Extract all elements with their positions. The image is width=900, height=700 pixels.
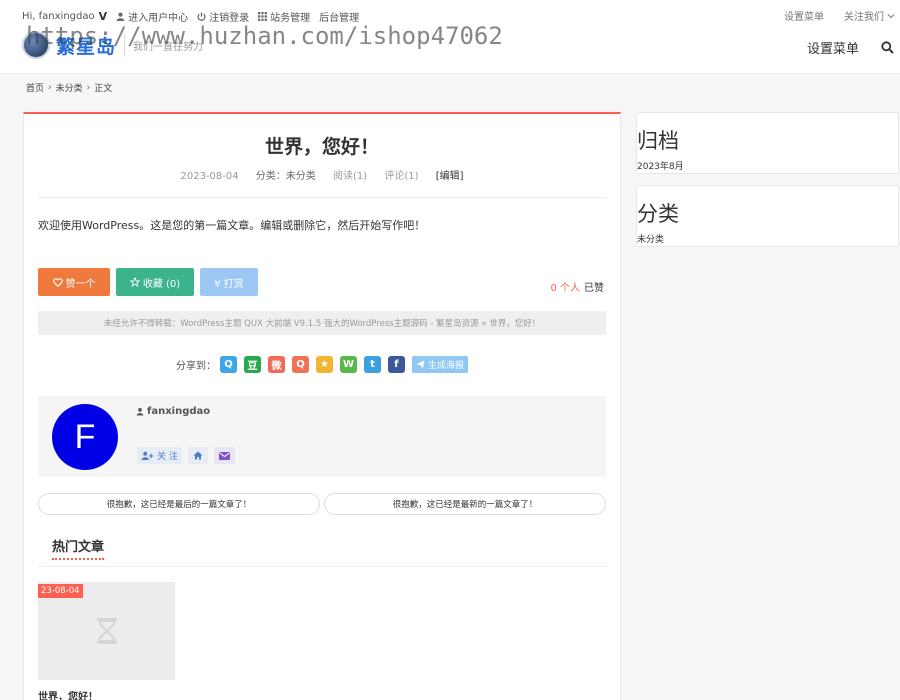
hourglass-icon [97,618,117,644]
user-center-link[interactable]: 进入用户中心 [116,9,188,24]
post-title: 世界，您好！ [264,136,379,158]
hot-posts-title: 热门文章 [52,536,105,560]
reward-button[interactable]: ¥ 打赏 [200,268,258,296]
follow-label: 关 注 [157,452,178,462]
chevron-down-icon [887,13,895,18]
post-comments[interactable]: 评论(1) [384,171,418,182]
author-message-button[interactable] [213,447,235,464]
share-bar: 分享到： Q 豆微 Q ★ Wt f 生成海报 [24,356,620,373]
next-post-link[interactable]: 很抱歉，这已经是最新的一篇文章了！ [324,493,606,515]
add-user-icon [141,451,154,460]
top-bar: Hi, fanxingdao V 进入用户中心 注销登录 站务管理 后台管理 设… [22,8,900,24]
site-admin-label: 站务管理 [270,12,311,24]
likes-count: 0 个人 已赞 [550,279,604,294]
category-widget: 分类 未分类 [636,185,899,247]
likes-suffix: 已赞 [584,283,604,294]
backend-admin-link[interactable]: 后台管理 [319,9,359,24]
article-card: 世界，您好！ 2023-08-04 分类：未分类 阅读(1) 评论(1) [编辑… [23,112,621,700]
archive-widget: 归档 2023年8月 [636,112,899,174]
weibo-icon[interactable]: 微 [267,356,285,373]
vip-badge: V [98,9,108,23]
category-item[interactable]: 未分类 [637,232,664,245]
post-edit-link[interactable]: [编辑] [436,171,464,182]
star-icon[interactable]: ★ [315,356,333,373]
share-label: 分享到： [175,361,216,372]
title-divider [38,197,606,198]
like-label: 赞一个 [65,278,96,290]
post-date: 2023-08-04 [180,171,239,182]
archive-item[interactable]: 2023年8月 [637,159,684,172]
hot-post-thumbnail[interactable]: 23-08-04 [38,582,175,680]
greeting-text: Hi, fanxingdao [22,10,95,22]
site-admin-link[interactable]: 站务管理 [258,9,310,24]
author-name-text: fanxingdao [147,406,211,417]
user-icon [136,408,144,416]
qzone-icon[interactable]: Q [219,356,237,373]
avatar[interactable]: F [52,404,118,470]
hot-post-title[interactable]: 世界，您好！ [38,688,98,700]
post-content: 欢迎使用WordPress。这是您的第一篇文章。编辑或删除它，然后开始写作吧！ [38,219,426,232]
logout-label: 注销登录 [209,12,250,24]
favorite-button[interactable]: 收藏 (0) [116,268,194,296]
breadcrumb-home[interactable]: 首页 [26,81,44,94]
follow-us-dropdown[interactable]: 关注我们 [844,8,898,23]
send-icon [416,360,425,369]
hot-posts-divider [38,566,606,567]
top-bar-right: 设置菜单 关注我们 [764,8,900,23]
qq-icon[interactable]: Q [291,356,309,373]
follow-us-label: 关注我们 [844,12,884,23]
chevron-right-icon: › [86,82,91,93]
mail-icon [218,451,230,460]
site-logo[interactable]: 繁星岛 我们一直在努力 [22,30,203,60]
home-icon [193,451,203,460]
main-nav: 设置菜单 [807,38,894,57]
wechat-icon[interactable]: W [339,356,357,373]
facebook-icon[interactable]: f [387,356,405,373]
site-header: Hi, fanxingdao V 进入用户中心 注销登录 站务管理 后台管理 设… [0,0,900,74]
follow-author-button[interactable]: 关 注 [137,447,182,464]
logo-divider [124,34,126,56]
author-buttons: 关 注 [137,447,241,464]
breadcrumb-current: 正文 [94,84,113,94]
category-widget-title: 分类 [637,202,679,226]
breadcrumb-category[interactable]: 未分类 [56,81,83,94]
star-outline-icon [129,277,140,287]
poster-label: 生成海报 [427,361,464,371]
author-name[interactable]: fanxingdao [136,406,210,417]
post-reads: 阅读(1) [332,171,368,182]
greeting: Hi, fanxingdao V [22,10,107,23]
grid-icon [258,11,268,21]
menu-setup-link[interactable]: 设置菜单 [784,8,824,23]
like-button[interactable]: 赞一个 [38,268,110,296]
logo-emblem [22,31,50,59]
generate-poster-button[interactable]: 生成海报 [411,356,468,373]
douban-icon[interactable]: 豆 [243,356,261,373]
user-center-label: 进入用户中心 [128,12,189,24]
likes-number: 0 个人 [550,283,580,294]
user-icon [116,12,125,21]
logo-text: 繁星岛 [56,35,117,58]
post-actions: 赞一个 收藏 (0) ¥ 打赏 [38,268,264,296]
heart-icon [52,277,63,287]
author-home-button[interactable] [187,447,208,464]
logo-slogan: 我们一直在努力 [133,41,204,53]
post-category[interactable]: 分类：未分类 [256,171,316,182]
share-icons: Q 豆微 Q ★ Wt f [219,356,412,373]
author-box: F fanxingdao 关 注 [38,396,606,477]
hot-post-date-badge: 23-08-04 [38,584,83,598]
search-icon[interactable] [881,41,894,54]
breadcrumb: 首页 › 未分类 › 正文 [26,81,113,95]
tqq-icon[interactable]: t [363,356,381,373]
logout-link[interactable]: 注销登录 [197,9,249,24]
prev-post-link[interactable]: 很抱歉，这已经是最后的一篇文章了！ [38,493,320,515]
power-icon [197,11,206,21]
copyright-notice: 未经允许不得转载：WordPress主题 QUX 大前端 V9.1.5 强大的W… [38,311,606,335]
favorite-label: 收藏 (0) [142,278,181,290]
nav-menu-setup[interactable]: 设置菜单 [807,38,859,57]
chevron-right-icon: › [48,82,52,93]
archive-widget-title: 归档 [637,129,679,153]
post-meta: 2023-08-04 分类：未分类 阅读(1) 评论(1) [编辑] [24,167,620,182]
